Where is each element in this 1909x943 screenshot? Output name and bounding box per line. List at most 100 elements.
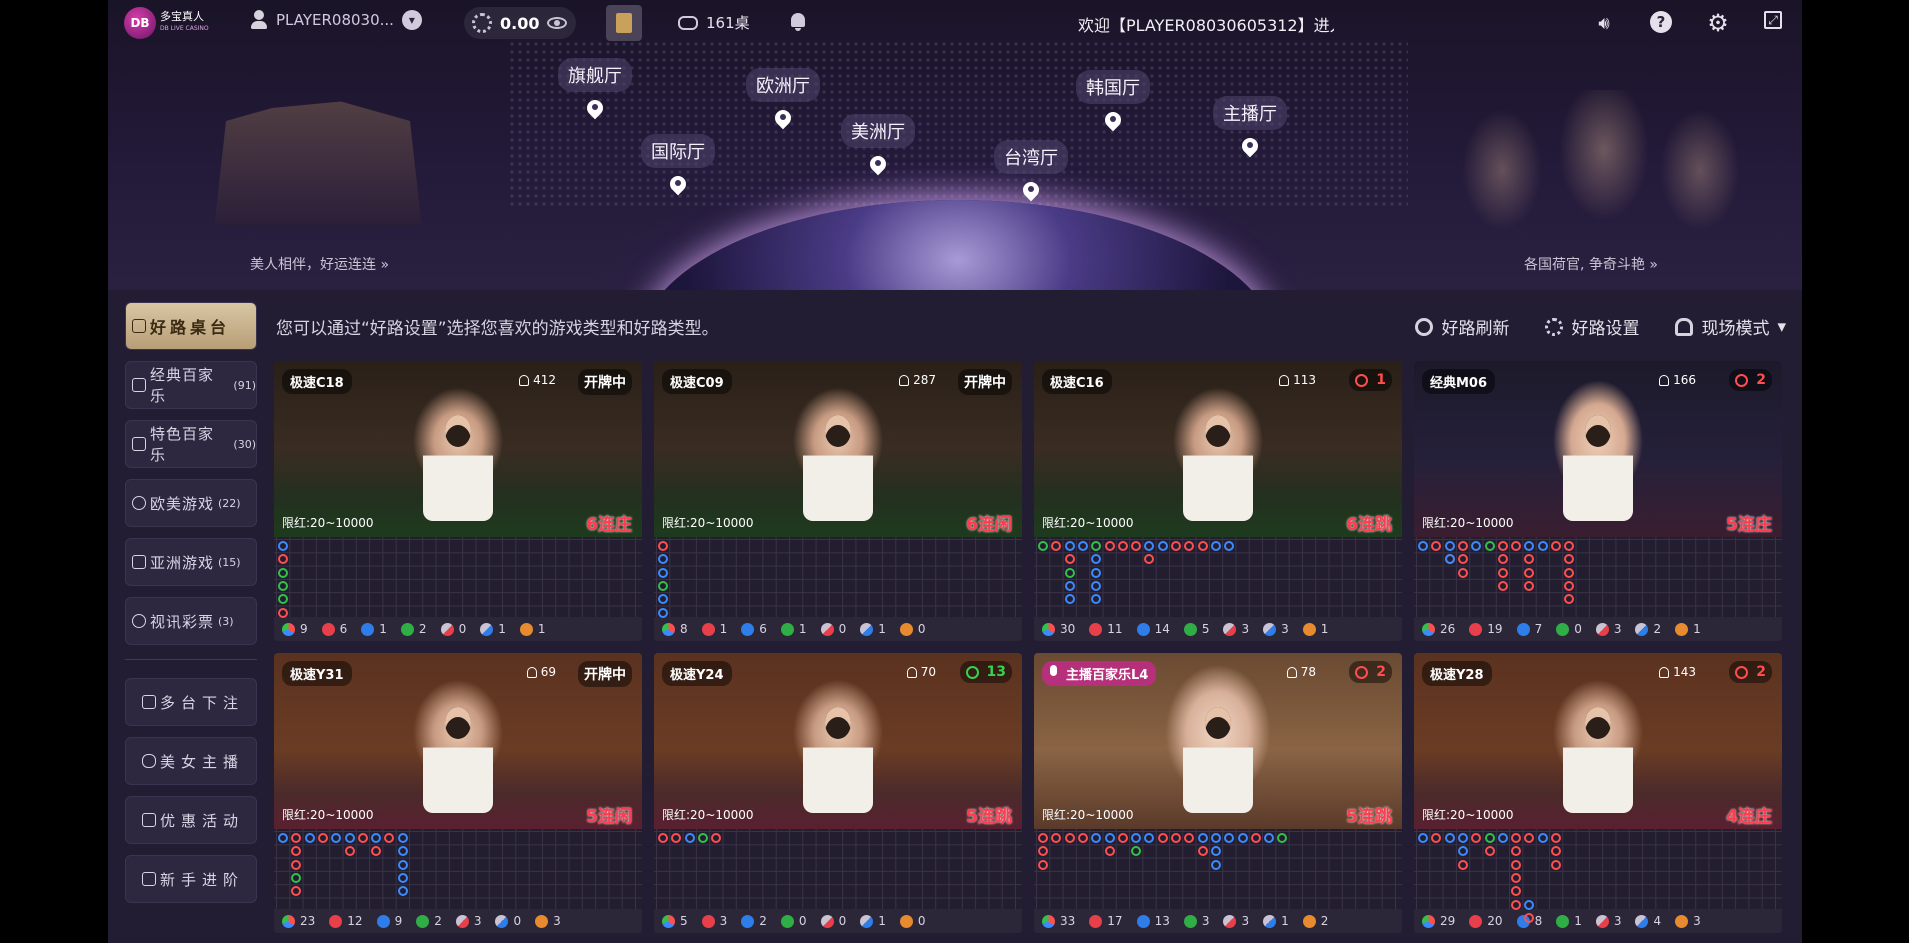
road-settings-button[interactable]: 好路设置 xyxy=(1545,314,1639,339)
dealer-video[interactable]: 极速C09 287 开牌中 限红:20~10000 6连闲 xyxy=(654,361,1022,537)
help-icon[interactable]: ? xyxy=(1650,11,1672,33)
promotions-button[interactable]: 优惠活动 xyxy=(125,796,257,844)
sidebar-item-western-games[interactable]: 欧美游戏 (22) xyxy=(125,479,257,527)
table-name-text: 极速C18 xyxy=(290,376,344,391)
viewer-count-value: 78 xyxy=(1300,665,1316,679)
sidebar-item-classic-baccarat[interactable]: 经典百家乐 (91) xyxy=(125,361,257,409)
stat-item: 6 xyxy=(741,622,767,636)
table-card[interactable]: 主播百家乐L4 78 2 限红:20~10000 5连跳 33 17 13 3 3 1 2 xyxy=(1034,653,1402,933)
bet-limit: 限红:20~10000 xyxy=(282,808,374,822)
hall-europe[interactable]: 欧洲厅 xyxy=(733,68,833,130)
hall-america[interactable]: 美洲厅 xyxy=(828,114,928,176)
top-icons: 🔊︎ ? ⚙︎ ⤢ xyxy=(1592,9,1782,37)
tie-bead xyxy=(1064,567,1075,578)
stat-value: 1 xyxy=(379,622,387,636)
eye-icon[interactable] xyxy=(547,17,568,29)
stat-item: 11 xyxy=(1089,622,1123,636)
sidebar-item-special-baccarat[interactable]: 特色百家乐 (30) xyxy=(125,420,257,468)
player-bead xyxy=(1457,846,1468,857)
stat-value: 0 xyxy=(513,914,522,928)
stat-value: 6 xyxy=(759,622,767,636)
banker-bead xyxy=(1551,846,1561,857)
speaker-icon[interactable]: 🔊︎ xyxy=(1592,11,1616,35)
dealer-video[interactable]: 极速Y24 70 13 限红:20~10000 5连跳 xyxy=(654,653,1022,829)
table-card[interactable]: 极速Y28 143 2 限红:20~10000 4连庄 29 20 8 1 3 4 3 xyxy=(1414,653,1782,933)
banner-right-link[interactable]: 各国荷官, 争奇斗艳 » xyxy=(1524,254,1658,274)
refresh-road-button[interactable]: 好路刷新 xyxy=(1415,314,1509,339)
table-card[interactable]: 极速C09 287 开牌中 限红:20~10000 6连闲 8 1 6 1 0 1 0 xyxy=(654,361,1022,641)
hall-taiwan[interactable]: 台湾厅 xyxy=(981,140,1081,202)
beginner-guide-button[interactable]: 新手进阶 xyxy=(125,855,257,903)
live-mode-dropdown[interactable]: 现场模式 ▾ xyxy=(1675,314,1786,339)
lucky-six-icon xyxy=(899,914,913,928)
player-bead xyxy=(658,554,668,565)
hall-flagship[interactable]: 旗舰厅 xyxy=(545,58,645,120)
sidebar-item-asian-games[interactable]: 亚洲游戏 (15) xyxy=(125,538,257,586)
gear-icon[interactable]: ⚙︎ xyxy=(1706,9,1730,37)
stat-item: 1 xyxy=(480,622,506,636)
grid-icon xyxy=(132,319,146,333)
user-menu[interactable]: PLAYER08030... ▾ xyxy=(250,10,422,30)
hall-korea[interactable]: 韩国厅 xyxy=(1063,70,1163,132)
tie-bead xyxy=(1484,541,1495,551)
road-trend-badge: 6连跳 xyxy=(1346,515,1392,535)
dealer-video[interactable]: 主播百家乐L4 78 2 限红:20~10000 5连跳 xyxy=(1034,653,1402,829)
dealer-video[interactable]: 极速C16 113 1 限红:20~10000 6连跳 xyxy=(1034,361,1402,537)
sidebar-item-count: (91) xyxy=(233,378,256,392)
banker-bead xyxy=(711,833,722,843)
banker-bead xyxy=(1511,886,1522,897)
dealer-video[interactable]: 经典M06 166 2 限红:20~10000 5连庄 xyxy=(1414,361,1782,537)
person-icon xyxy=(1659,666,1670,678)
records-button[interactable] xyxy=(606,5,642,41)
table-card[interactable]: 经典M06 166 2 限红:20~10000 5连庄 26 19 7 0 3 2 1 xyxy=(1414,361,1782,641)
table-card[interactable]: 极速Y24 70 13 限红:20~10000 5连跳 5 3 2 0 0 1 0 xyxy=(654,653,1022,933)
fullscreen-icon[interactable]: ⤢ xyxy=(1764,11,1782,29)
tie-bead xyxy=(1131,846,1142,857)
dealer-video[interactable]: 极速C18 412 开牌中 限红:20~10000 6连庄 xyxy=(274,361,642,537)
road-trend-badge: 5连庄 xyxy=(1726,515,1772,535)
streamer-button[interactable]: 美女主播 xyxy=(125,737,257,785)
banker-bead xyxy=(1511,846,1522,857)
viewer-count-value: 412 xyxy=(533,373,556,387)
stat-item: 23 xyxy=(282,914,315,928)
dealer-video[interactable]: 极速Y28 143 2 限红:20~10000 4连庄 xyxy=(1414,653,1782,829)
stat-value: 30 xyxy=(1060,622,1076,636)
stat-value: 5 xyxy=(1201,622,1210,636)
stat-item: 3 xyxy=(1223,622,1249,636)
table-icon xyxy=(678,15,698,30)
banner-left-link[interactable]: 美人相伴，好运连连 » xyxy=(250,254,389,274)
countdown-timer: 2 xyxy=(1729,661,1772,683)
table-card[interactable]: 极速C16 113 1 限红:20~10000 6连跳 30 11 14 5 3 3 1 xyxy=(1034,361,1402,641)
hall-international[interactable]: 国际厅 xyxy=(628,134,728,196)
hall-label: 台湾厅 xyxy=(994,140,1068,174)
bead-road xyxy=(1034,537,1402,617)
sidebar-item-video-lottery[interactable]: 视讯彩票 (3) xyxy=(125,597,257,645)
status-value: 开牌中 xyxy=(584,667,626,683)
sidebar-item-good-road[interactable]: 好路桌台 xyxy=(125,302,257,350)
player-bead xyxy=(1444,554,1455,565)
viewer-count-value: 287 xyxy=(913,373,936,387)
chevron-down-icon[interactable]: ▾ xyxy=(401,10,422,30)
hall-streamer[interactable]: 主播厅 xyxy=(1200,96,1300,158)
stat-value: 3 xyxy=(1613,622,1622,636)
player-bead xyxy=(684,833,695,843)
dealer-video[interactable]: 极速Y31 69 开牌中 限红:20~10000 5连闲 xyxy=(274,653,642,829)
chevron-down-icon: ▾ xyxy=(1777,316,1786,337)
player-bead xyxy=(658,594,668,605)
sidebar-item-label: 特色百家乐 xyxy=(150,425,215,464)
multi-table-bet-button[interactable]: 多台下注 xyxy=(125,678,257,726)
road-trend-badge: 5连闲 xyxy=(586,807,632,827)
player-bead xyxy=(658,567,668,578)
bell-icon[interactable] xyxy=(790,13,806,31)
status-value: 开牌中 xyxy=(584,375,626,391)
player-bead xyxy=(1264,833,1275,843)
hall-label: 欧洲厅 xyxy=(746,68,820,102)
table-card[interactable]: 极速C18 412 开牌中 限红:20~10000 6连庄 9 6 1 2 0 1 1 xyxy=(274,361,642,641)
table-card[interactable]: 极速Y31 69 开牌中 限红:20~10000 5连闲 23 12 9 2 3 0 3 xyxy=(274,653,642,933)
banker-icon xyxy=(329,914,343,928)
table-count[interactable]: 161桌 xyxy=(678,12,750,33)
stat-item: 1 xyxy=(1302,622,1328,636)
player-icon xyxy=(1516,622,1530,636)
stat-value: 0 xyxy=(798,914,807,928)
banker-pair-icon xyxy=(820,622,834,636)
